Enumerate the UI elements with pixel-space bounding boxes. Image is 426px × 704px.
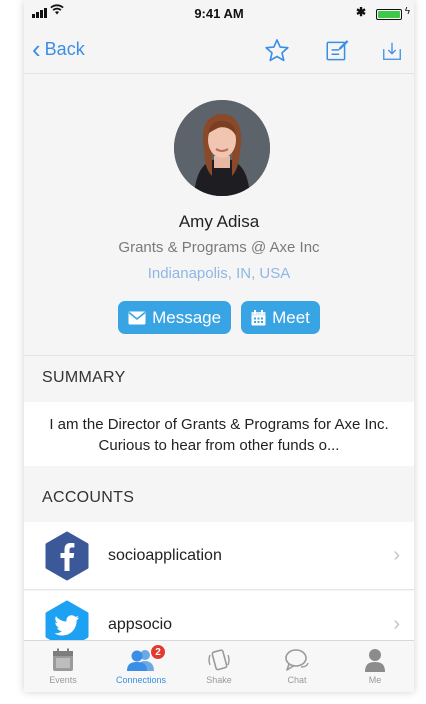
navigation-bar: ‹ Back — [24, 26, 414, 74]
summary-header: SUMMARY — [24, 355, 414, 399]
avatar — [174, 100, 270, 196]
charging-icon: ϟ — [404, 6, 410, 17]
bluetooth-icon: ✱ — [355, 5, 366, 19]
tab-label: Connections — [115, 675, 167, 685]
account-row-facebook[interactable]: socioapplication › — [24, 522, 414, 590]
profile-actions: Message Meet — [24, 301, 414, 334]
notification-badge: 2 — [150, 644, 166, 660]
back-label: Back — [44, 38, 85, 59]
tab-events[interactable]: Events — [24, 641, 102, 692]
tab-label: Chat — [287, 675, 307, 685]
calendar-icon — [52, 646, 74, 674]
message-button[interactable]: Message — [118, 301, 232, 334]
tab-me[interactable]: Me — [336, 641, 414, 692]
profile-name: Amy Adisa — [178, 212, 260, 231]
message-label: Message — [152, 307, 222, 327]
account-name: appsocio — [108, 616, 173, 633]
tab-bar: Events 2 Connections Shake Chat Me — [24, 640, 414, 692]
profile-location[interactable]: Indianapolis, IN, USA — [24, 265, 414, 282]
status-bar: 9:41 AM ✱ ϟ — [24, 0, 414, 26]
meet-label: Meet — [272, 307, 310, 327]
meet-button[interactable]: Meet — [241, 301, 320, 334]
download-icon[interactable] — [377, 36, 407, 66]
calendar-icon — [251, 309, 266, 326]
profile-title: Grants & Programs @ Axe Inc — [118, 239, 320, 256]
tab-label: Me — [368, 675, 382, 685]
battery-icon — [376, 9, 402, 20]
facebook-icon — [42, 531, 92, 581]
account-name: socioapplication — [108, 546, 222, 564]
tab-chat[interactable]: Chat — [258, 641, 336, 692]
chat-icon — [284, 646, 310, 674]
tab-connections[interactable]: 2 Connections — [102, 641, 180, 692]
chevron-right-icon: › — [393, 544, 400, 566]
chevron-left-icon: ‹ — [32, 34, 41, 64]
star-icon[interactable] — [262, 36, 292, 66]
back-button[interactable]: ‹ Back — [32, 36, 85, 62]
tab-label: Events — [49, 675, 77, 685]
accounts-header: ACCOUNTS — [42, 489, 135, 506]
summary-text[interactable]: I am the Director of Grants & Programs f… — [24, 402, 414, 466]
compose-icon[interactable] — [322, 36, 352, 66]
envelope-icon — [128, 311, 146, 325]
chevron-right-icon: › — [393, 613, 400, 635]
people-icon: 2 — [126, 644, 166, 674]
phone-screen: 9:41 AM ✱ ϟ ‹ Back Amy Adisa Grants & Pr… — [24, 0, 414, 692]
person-icon — [364, 646, 386, 674]
tab-shake[interactable]: Shake — [180, 641, 258, 692]
tab-label: Shake — [206, 675, 232, 685]
shake-icon — [207, 646, 231, 674]
